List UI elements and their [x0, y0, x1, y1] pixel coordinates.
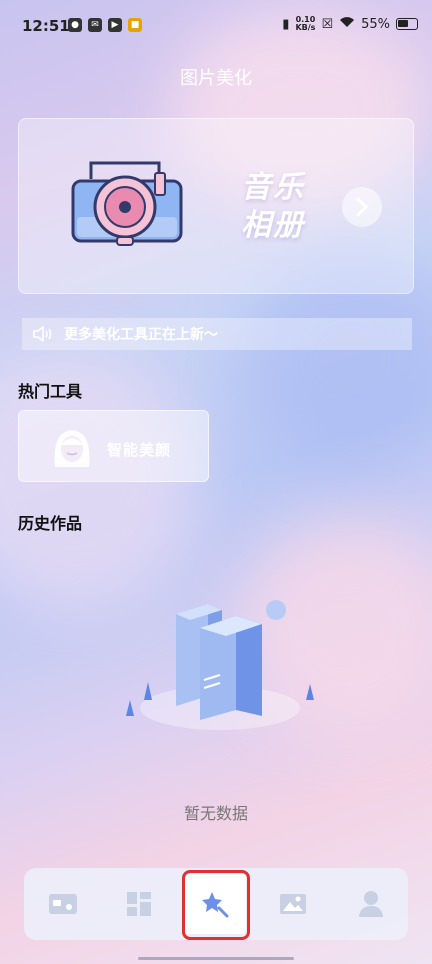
turntable-icon: [71, 161, 183, 246]
play-notification-icon: ▶: [108, 18, 122, 32]
battery-icon: [396, 18, 418, 30]
home-indicator[interactable]: [138, 957, 294, 960]
empty-state-text: 暂无数据: [183, 804, 248, 823]
history-title: 历史作品: [18, 514, 83, 533]
grid-layout-icon: [127, 892, 151, 916]
video-notification-icon: ■: [128, 18, 142, 32]
image-icon: [280, 894, 306, 914]
page-title: 图片美化: [180, 68, 252, 89]
active-tab-highlight: [182, 870, 250, 940]
id-card-icon: [49, 894, 77, 914]
nav-item-gallery[interactable]: [258, 868, 328, 940]
network-speed: 0.10 KB/s: [295, 16, 315, 32]
chevron-right-icon: [356, 197, 369, 217]
tool-smart-beauty[interactable]: 智能美颜: [18, 410, 209, 482]
banner-title-line2: 相册: [241, 208, 305, 243]
wifi-icon: [339, 16, 355, 32]
notification-icons: ● ✉ ▶ ■: [68, 18, 142, 32]
music-album-banner[interactable]: 音乐 相册: [18, 118, 414, 294]
status-right: ▮ 0.10 KB/s ☒ 55%: [282, 16, 418, 32]
battery-percent: 55%: [361, 16, 390, 32]
status-bar: 12:51 ● ✉ ▶ ■ ▮ 0.10 KB/s ☒ 55%: [0, 0, 432, 50]
vibrate-icon: ▮: [282, 16, 290, 32]
announcement-bar[interactable]: 更多美化工具正在上新～: [22, 318, 412, 350]
nav-item-templates[interactable]: [104, 868, 174, 940]
banner-title-line1: 音乐: [241, 170, 305, 205]
speaker-icon: [33, 326, 52, 342]
mail-notification-icon: ✉: [88, 18, 102, 32]
no-sim-icon: ☒: [321, 16, 334, 32]
nav-item-profile[interactable]: [336, 868, 406, 940]
app-notification-icon: ●: [68, 18, 82, 32]
user-icon: [359, 891, 383, 917]
nav-item-card[interactable]: [28, 868, 98, 940]
banner-arrow-button[interactable]: [342, 187, 382, 227]
tool-label: 智能美颜: [107, 441, 172, 459]
status-time: 12:51: [22, 17, 70, 35]
banner-title: 音乐 相册: [241, 169, 331, 245]
hot-tools-title: 热门工具: [18, 382, 83, 401]
face-avatar-icon: [54, 430, 90, 467]
announcement-text: 更多美化工具正在上新～: [64, 327, 218, 343]
network-speed-unit: KB/s: [295, 23, 316, 32]
empty-state-illustration: [126, 600, 314, 730]
